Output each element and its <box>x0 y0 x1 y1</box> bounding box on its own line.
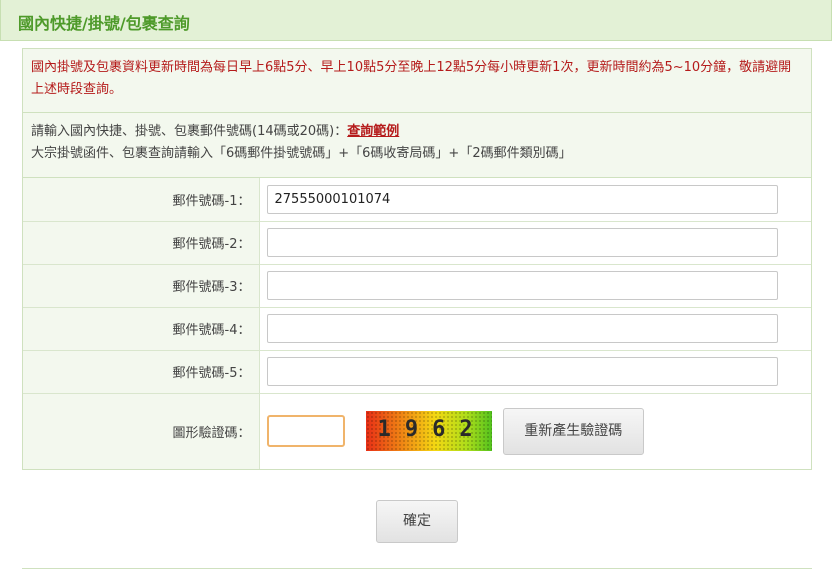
tracking-number-input-5[interactable] <box>266 357 778 386</box>
captcha-label: 圖形驗證碼： <box>23 392 260 469</box>
instructions-line2: 大宗掛號函件、包裹查詢請輸入「6碼郵件掛號號碼」+「6碼收寄局碼」+「2碼郵件類… <box>31 146 572 161</box>
tracking-number-input-2[interactable] <box>266 228 778 257</box>
form-row: 郵件號碼-1： <box>23 178 811 221</box>
tracking-number-input-3[interactable] <box>266 271 778 300</box>
form-row: 郵件號碼-5： <box>23 349 811 393</box>
form-row: 郵件號碼-4： <box>23 306 811 350</box>
captcha-image: 1962 <box>365 411 492 452</box>
page-title: 國內快捷/掛號/包裹查詢 <box>18 14 190 33</box>
field-label: 郵件號碼-1： <box>23 178 260 221</box>
divider <box>22 568 812 569</box>
instructions-line1: 請輸入國內快捷、掛號、包裹郵件號碼(14碼或20碼)： <box>31 124 348 139</box>
tracking-number-input-4[interactable] <box>266 314 778 343</box>
tracking-form: 郵件號碼-1： 郵件號碼-2： 郵件號碼-3： 郵件號碼-4： 郵件號碼-5： … <box>23 178 811 469</box>
field-label: 郵件號碼-5： <box>23 349 260 393</box>
field-label: 郵件號碼-3： <box>23 263 260 307</box>
form-row: 郵件號碼-2： <box>23 220 811 264</box>
example-link[interactable]: 查詢範例 <box>347 124 399 139</box>
tracking-number-input-1[interactable] <box>266 184 778 214</box>
field-label: 郵件號碼-4： <box>23 306 260 350</box>
query-panel: 國內掛號及包裹資料更新時間為每日早上6點5分、早上10點5分至晚上12點5分每小… <box>22 48 812 470</box>
update-notice: 國內掛號及包裹資料更新時間為每日早上6點5分、早上10點5分至晚上12點5分每小… <box>23 49 811 113</box>
page-header: 國內快捷/掛號/包裹查詢 <box>0 0 832 41</box>
instructions: 請輸入國內快捷、掛號、包裹郵件號碼(14碼或20碼)：查詢範例 大宗掛號函件、包… <box>23 113 811 178</box>
field-label: 郵件號碼-2： <box>23 220 260 264</box>
captcha-row: 圖形驗證碼： 1962 重新產生驗證碼 <box>23 392 811 469</box>
submit-button[interactable]: 確定 <box>376 500 458 543</box>
form-row: 郵件號碼-3： <box>23 263 811 307</box>
captcha-input[interactable] <box>266 415 345 448</box>
regenerate-captcha-button[interactable]: 重新產生驗證碼 <box>502 407 644 455</box>
captcha-digits: 1962 <box>377 417 487 443</box>
